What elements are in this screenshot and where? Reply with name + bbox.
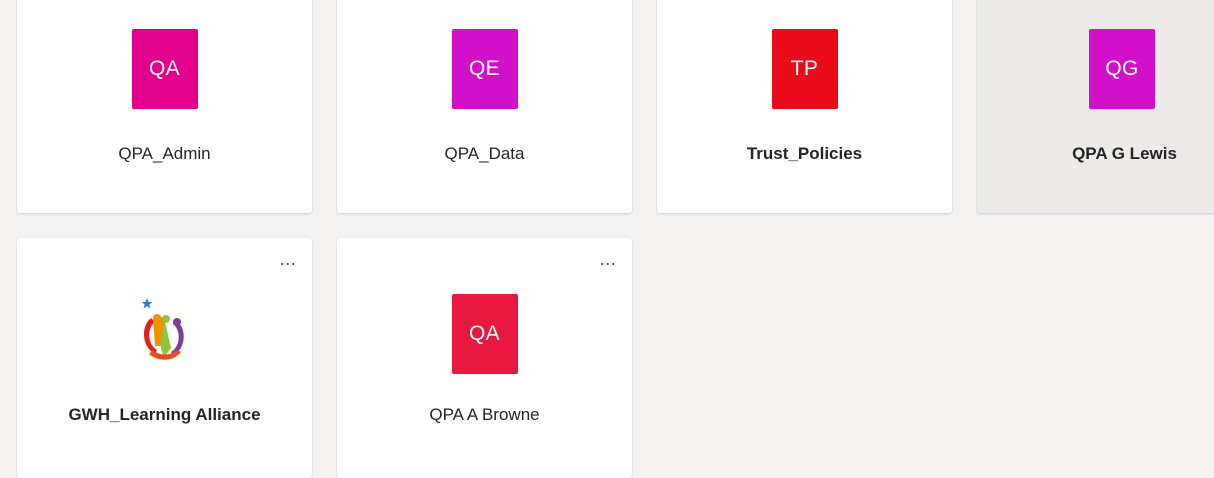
team-name: QPA G Lewis <box>1072 144 1177 163</box>
team-name: QPA_Admin <box>118 144 211 163</box>
team-initials: TP <box>790 57 819 80</box>
team-card-qpa-admin[interactable]: QA QPA_Admin <box>17 0 312 213</box>
team-initials: QA <box>149 57 180 80</box>
team-card-qpa-a-browne[interactable]: ... QA QPA A Browne <box>337 238 632 478</box>
team-name: GWH_Learning Alliance <box>68 405 261 424</box>
team-avatar: QE <box>451 29 518 109</box>
learning-alliance-logo <box>141 298 184 360</box>
team-card-qpa-g-lewis[interactable]: QG QPA G Lewis <box>977 0 1214 213</box>
team-card-gwh-learning-alliance[interactable]: ... GWH_Learning Alliance <box>17 238 312 478</box>
team-name: QPA A Browne <box>429 405 540 424</box>
team-name: QPA_Data <box>444 144 525 163</box>
team-card-qpa-data[interactable]: QE QPA_Data <box>337 0 632 213</box>
team-avatar: QG <box>1089 29 1155 109</box>
team-avatar: TP <box>771 29 838 109</box>
team-avatar: QA <box>451 294 518 374</box>
more-options-button[interactable]: ... <box>276 250 300 272</box>
team-name: Trust_Policies <box>746 144 863 163</box>
more-options-button[interactable]: ... <box>596 250 620 272</box>
team-avatar: QA <box>131 29 198 109</box>
team-initials: QE <box>469 57 500 80</box>
team-card-trust-policies[interactable]: TP Trust_Policies <box>657 0 952 213</box>
team-initials: QG <box>1105 57 1139 80</box>
team-initials: QA <box>469 322 500 345</box>
